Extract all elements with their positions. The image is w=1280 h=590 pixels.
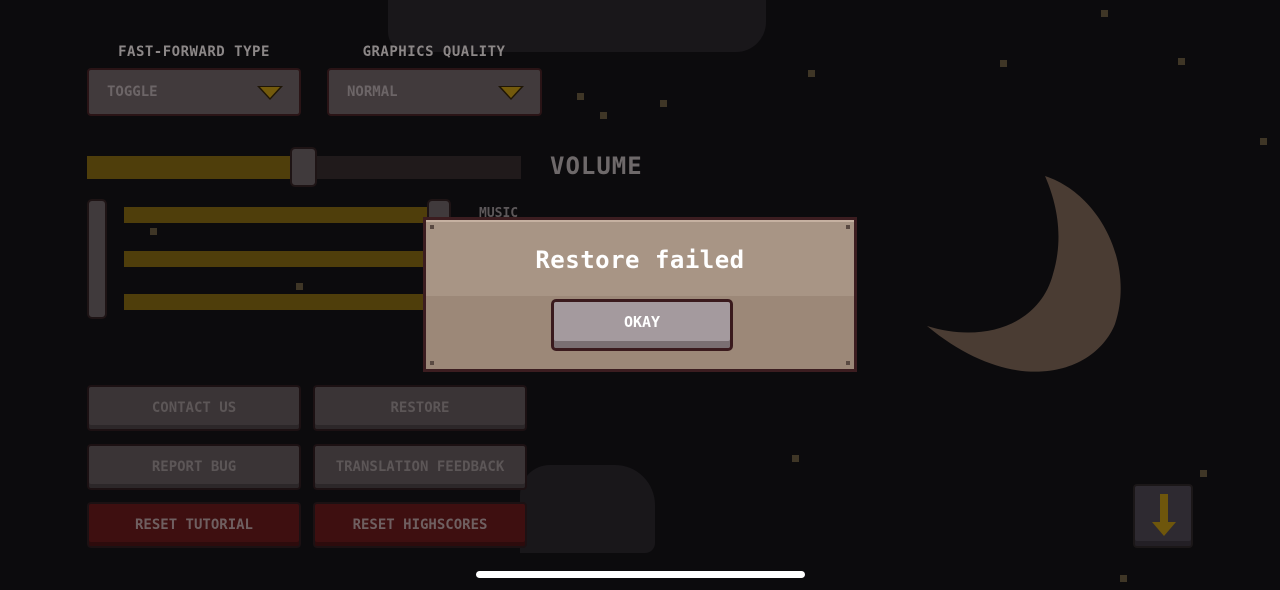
master-volume-thumb[interactable]	[290, 147, 317, 187]
translation-feedback-button[interactable]: TRANSLATION FEEDBACK	[313, 444, 527, 490]
star	[1178, 58, 1185, 65]
star	[1101, 10, 1108, 17]
contact-us-button[interactable]: CONTACT US	[87, 385, 301, 431]
okay-button[interactable]: OKAY	[551, 299, 733, 351]
reset-tutorial-button[interactable]: RESET TUTORIAL	[87, 502, 301, 548]
star	[808, 70, 815, 77]
scrollbar-handle[interactable]	[87, 199, 107, 319]
master-volume-fill	[87, 156, 292, 179]
restore-button[interactable]: RESTORE	[313, 385, 527, 431]
fast-forward-type-label: FAST-FORWARD TYPE	[118, 44, 270, 60]
moon-icon	[927, 176, 1121, 372]
fast-forward-type-value: TOGGLE	[107, 84, 158, 100]
graphics-quality-dropdown[interactable]: NORMAL	[327, 68, 542, 116]
star	[600, 112, 607, 119]
star	[577, 93, 584, 100]
star	[1000, 60, 1007, 67]
channel-2-volume-fill	[124, 251, 424, 267]
star	[792, 455, 799, 462]
channel-3-volume-fill	[124, 294, 424, 310]
star	[660, 100, 667, 107]
star	[296, 283, 303, 290]
dropdown-triangle-icon	[257, 86, 283, 100]
home-indicator[interactable]	[476, 571, 805, 578]
rivet	[430, 225, 434, 229]
volume-label: VOLUME	[550, 152, 643, 180]
graphics-quality-label: GRAPHICS QUALITY	[362, 44, 506, 60]
master-volume-track	[315, 156, 521, 179]
rivet	[430, 361, 434, 365]
rivet	[846, 225, 850, 229]
cloud-decoration	[520, 465, 655, 553]
music-volume-fill	[124, 207, 434, 223]
dialog-title: Restore failed	[535, 246, 745, 274]
scroll-down-button[interactable]	[1133, 484, 1193, 548]
reset-highscores-button[interactable]: RESET HIGHSCORES	[313, 502, 527, 548]
star	[1260, 138, 1267, 145]
dropdown-triangle-icon	[498, 86, 524, 100]
star	[1120, 575, 1127, 582]
graphics-quality-value: NORMAL	[347, 84, 398, 100]
star	[150, 228, 157, 235]
star	[1200, 470, 1207, 477]
report-bug-button[interactable]: REPORT BUG	[87, 444, 301, 490]
fast-forward-type-dropdown[interactable]: TOGGLE	[87, 68, 301, 116]
rivet	[846, 361, 850, 365]
arrow-down-icon	[1152, 494, 1176, 536]
restore-failed-dialog: Restore failed OKAY	[423, 217, 857, 372]
